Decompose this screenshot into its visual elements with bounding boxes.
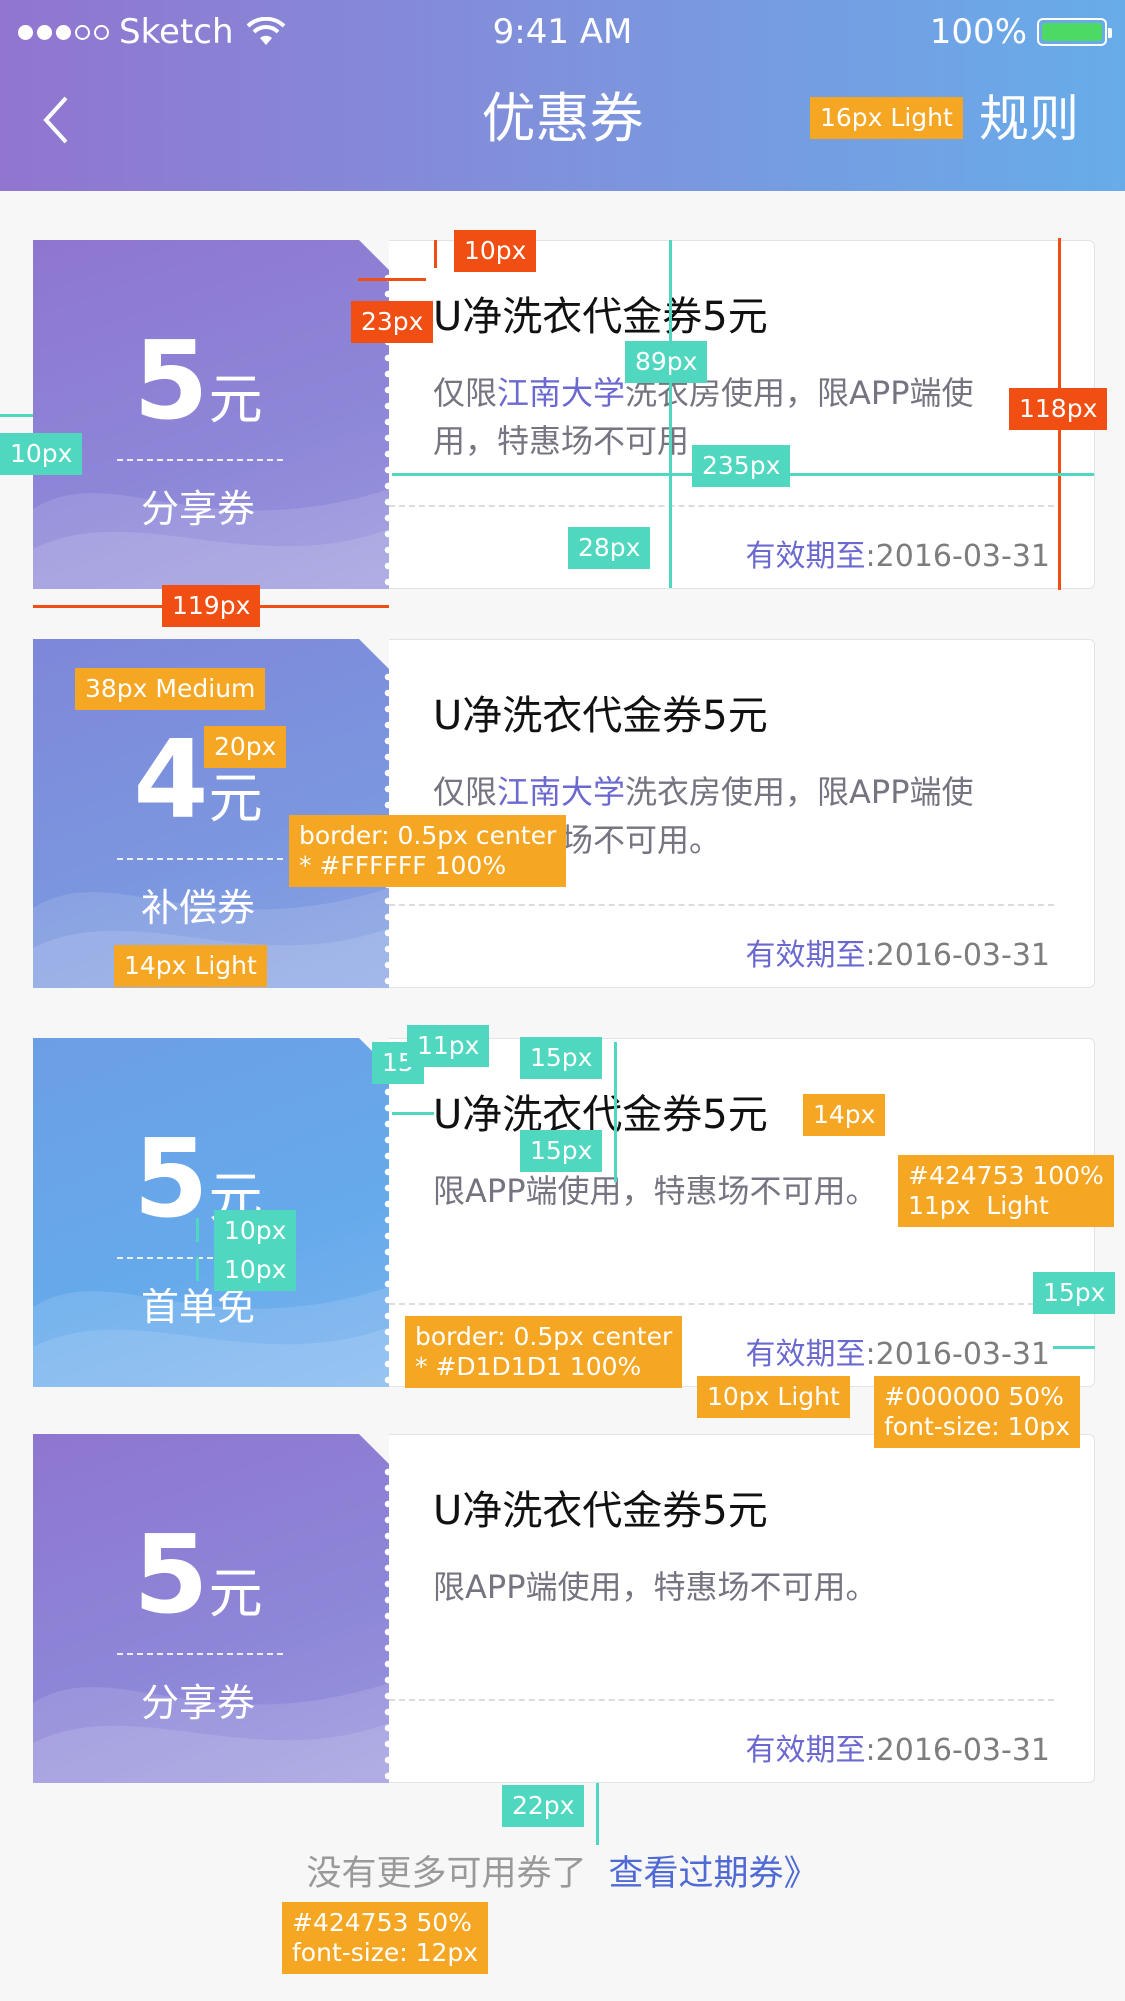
rules-link[interactable]: 规则 <box>979 84 1079 154</box>
annotation-desc-color: #424753 100% 11px Light <box>898 1155 1114 1227</box>
coupon-expiry: 有效期至:2016-03-31 <box>745 938 1050 973</box>
coupon-details: U净洗衣代金券5元 仅限江南大学洗衣房使用，限APP端使用，特惠场不可用。 有效… <box>389 639 1095 988</box>
coupon-amount: 5元 <box>33 1516 363 1636</box>
details-divider <box>389 1303 1054 1305</box>
expiry-date: 2016-03-31 <box>875 1337 1050 1372</box>
annotation-15c: 15px <box>520 1130 603 1172</box>
expiry-date: 2016-03-31 <box>875 1733 1050 1768</box>
status-bar-right: 100% <box>929 8 1112 56</box>
annotation-footer-color: #424753 50% font-size: 12px <box>282 1902 489 1974</box>
coupon-title: U净洗衣代金券5元 <box>433 294 768 340</box>
value-divider <box>117 1653 283 1655</box>
battery-percent: 100% <box>929 12 1027 52</box>
coupon-value-panel: 5元 分享券 <box>33 1434 389 1783</box>
annotation-89: 89px <box>625 341 708 383</box>
coupon-title: U净洗衣代金券5元 <box>433 1488 768 1534</box>
coupon-title: U净洗衣代金券5元 <box>433 693 768 739</box>
coupon-details: U净洗衣代金券5元 仅限江南大学洗衣房使用，限APP端使用，特惠场不可用 有效期… <box>389 240 1095 589</box>
details-divider <box>389 904 1054 906</box>
amount-number: 5 <box>133 319 209 444</box>
amount-unit: 元 <box>208 767 263 830</box>
battery-icon <box>1037 18 1112 46</box>
campus-highlight: 江南大学 <box>497 374 626 412</box>
annotation-type-font: 14px Light <box>114 945 267 987</box>
annotation-top-10: 10px <box>454 230 537 272</box>
view-expired-link[interactable]: 查看过期券》 <box>609 1854 819 1894</box>
measure-line <box>596 1783 599 1845</box>
amount-number: 5 <box>133 1513 209 1638</box>
value-divider <box>117 459 283 461</box>
measure-line <box>434 240 437 268</box>
value-divider <box>117 858 283 860</box>
coupon-type: 分享券 <box>140 487 255 531</box>
annotation-grey-border: border: 0.5px center * #D1D1D1 100% <box>405 1316 683 1388</box>
amount-unit: 元 <box>208 1562 263 1625</box>
measure-line <box>358 278 426 281</box>
expiry-label: 有效期至 <box>745 1337 866 1372</box>
coupon-description: 限APP端使用，特惠场不可用。 <box>433 1568 878 1606</box>
expiry-label: 有效期至 <box>745 938 866 973</box>
coupon-card[interactable]: 5元 分享券 U净洗衣代金券5元 限APP端使用，特惠场不可用。 有效期至:20… <box>33 1434 1095 1783</box>
coupon-details: U净洗衣代金券5元 限APP端使用，特惠场不可用。 有效期至:2016-03-3… <box>389 1434 1095 1783</box>
expiry-date: 2016-03-31 <box>875 539 1050 574</box>
annotation-footer-22: 22px <box>502 1785 585 1827</box>
annotation-gap-10b: 10px <box>214 1249 297 1291</box>
annotation-118: 118px <box>1009 388 1108 430</box>
details-divider <box>389 1699 1054 1701</box>
annotation-235: 235px <box>692 445 791 487</box>
annotation-15b: 15px <box>520 1037 603 1079</box>
coupon-type: 分享券 <box>140 1681 255 1725</box>
annotation-left-23: 23px <box>351 301 434 343</box>
coupon-card[interactable]: 5元 分享券 U净洗衣代金券5元 仅限江南大学洗衣房使用，限APP端使用，特惠场… <box>33 240 1095 589</box>
measure-line <box>1053 1346 1095 1349</box>
annotation-amount-font: 38px Medium <box>75 668 266 710</box>
annotation-119: 119px <box>162 585 261 627</box>
coupon-type: 补偿券 <box>140 886 255 930</box>
measure-line <box>196 1257 199 1281</box>
annotation-11: 11px <box>407 1025 490 1067</box>
amount-unit: 元 <box>208 368 263 431</box>
annotation-outer-10: 10px <box>0 433 83 475</box>
no-more-text: 没有更多可用券了 <box>306 1854 587 1894</box>
details-divider <box>389 505 1054 507</box>
amount-number: 4 <box>133 718 209 843</box>
coupon-type: 首单免 <box>140 1285 255 1329</box>
coupon-value-panel: 5元 首单免 <box>33 1038 389 1387</box>
measure-line <box>196 1218 199 1242</box>
annotation-14: 14px <box>803 1094 886 1136</box>
annotation-unit-font: 20px <box>204 726 287 768</box>
coupon-expiry: 有效期至:2016-03-31 <box>745 1733 1050 1768</box>
annotation-nav-font: 16px Light <box>810 97 963 139</box>
measure-line <box>614 1042 617 1182</box>
measure-line <box>392 1112 434 1115</box>
measure-line <box>0 414 33 417</box>
annotation-white-border: border: 0.5px center * #FFFFFF 100% <box>289 815 567 887</box>
expiry-date: 2016-03-31 <box>875 938 1050 973</box>
annotation-exp-date-color: #000000 50% font-size: 10px <box>874 1376 1081 1448</box>
coupon-value-panel: 5元 分享券 <box>33 240 389 589</box>
expiry-label: 有效期至 <box>745 1733 866 1768</box>
header: Sketch 9:41 AM 100% 优惠券 规则 <box>0 0 1125 191</box>
annotation-28: 28px <box>568 527 651 569</box>
annotation-gap-10a: 10px <box>214 1210 297 1252</box>
annotation-exp-label-font: 10px Light <box>697 1376 850 1418</box>
annotation-right-15: 15px <box>1033 1272 1116 1314</box>
coupon-expiry: 有效期至:2016-03-31 <box>745 539 1050 574</box>
campus-highlight: 江南大学 <box>497 773 626 811</box>
expiry-label: 有效期至 <box>745 539 866 574</box>
coupon-amount: 5元 <box>33 322 363 442</box>
list-footer: 没有更多可用券了 查看过期券》 <box>0 1850 1125 1898</box>
measure-line <box>669 240 672 588</box>
coupon-expiry: 有效期至:2016-03-31 <box>745 1337 1050 1372</box>
